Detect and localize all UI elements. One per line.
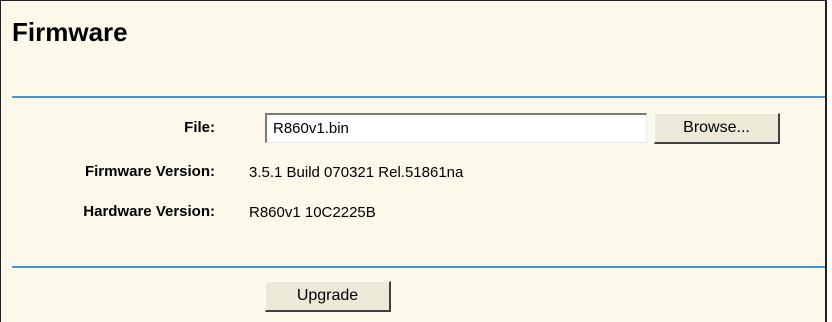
page-title: Firmware (12, 17, 128, 47)
divider-top (12, 96, 825, 98)
hardware-version-value: R860v1 10C2225B (249, 204, 376, 221)
divider-bottom (12, 266, 825, 268)
file-path-input[interactable] (265, 113, 647, 143)
browse-button[interactable]: Browse... (654, 113, 780, 144)
firmware-version-value: 3.5.1 Build 070321 Rel.51861na (249, 164, 464, 181)
file-label: File: (184, 119, 215, 136)
hardware-version-label: Hardware Version: (83, 203, 215, 220)
upgrade-button[interactable]: Upgrade (265, 281, 391, 312)
firmware-panel: Firmware File: Browse... Firmware Versio… (0, 0, 827, 322)
firmware-version-label: Firmware Version: (84, 163, 215, 180)
